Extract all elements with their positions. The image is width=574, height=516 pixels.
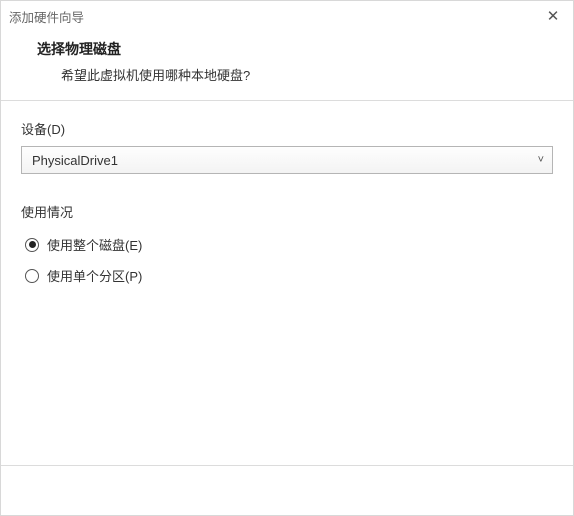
radio-icon (25, 269, 39, 283)
page-subtitle: 希望此虚拟机使用哪种本地硬盘? (37, 65, 543, 84)
chevron-down-icon: ˅ (538, 154, 544, 166)
close-icon[interactable]: ✕ (543, 6, 563, 26)
usage-option-label: 使用单个分区(P) (47, 266, 142, 285)
usage-option-single-partition[interactable]: 使用单个分区(P) (21, 260, 553, 291)
wizard-header: 选择物理磁盘 希望此虚拟机使用哪种本地硬盘? (1, 31, 573, 101)
titlebar: 添加硬件向导 ✕ (1, 1, 573, 31)
wizard-footer (1, 465, 573, 515)
device-select[interactable]: PhysicalDrive1 ˅ (21, 146, 553, 174)
device-label: 设备(D) (21, 119, 553, 138)
usage-option-whole-disk[interactable]: 使用整个磁盘(E) (21, 229, 553, 260)
device-select-value: PhysicalDrive1 (32, 153, 118, 168)
page-title: 选择物理磁盘 (37, 39, 543, 59)
wizard-body: 设备(D) PhysicalDrive1 ˅ 使用情况 使用整个磁盘(E) 使用… (1, 101, 573, 465)
radio-icon (25, 238, 39, 252)
window-title: 添加硬件向导 (9, 7, 84, 26)
wizard-window: 添加硬件向导 ✕ 选择物理磁盘 希望此虚拟机使用哪种本地硬盘? 设备(D) Ph… (0, 0, 574, 516)
usage-option-label: 使用整个磁盘(E) (47, 235, 142, 254)
usage-label: 使用情况 (21, 202, 553, 221)
